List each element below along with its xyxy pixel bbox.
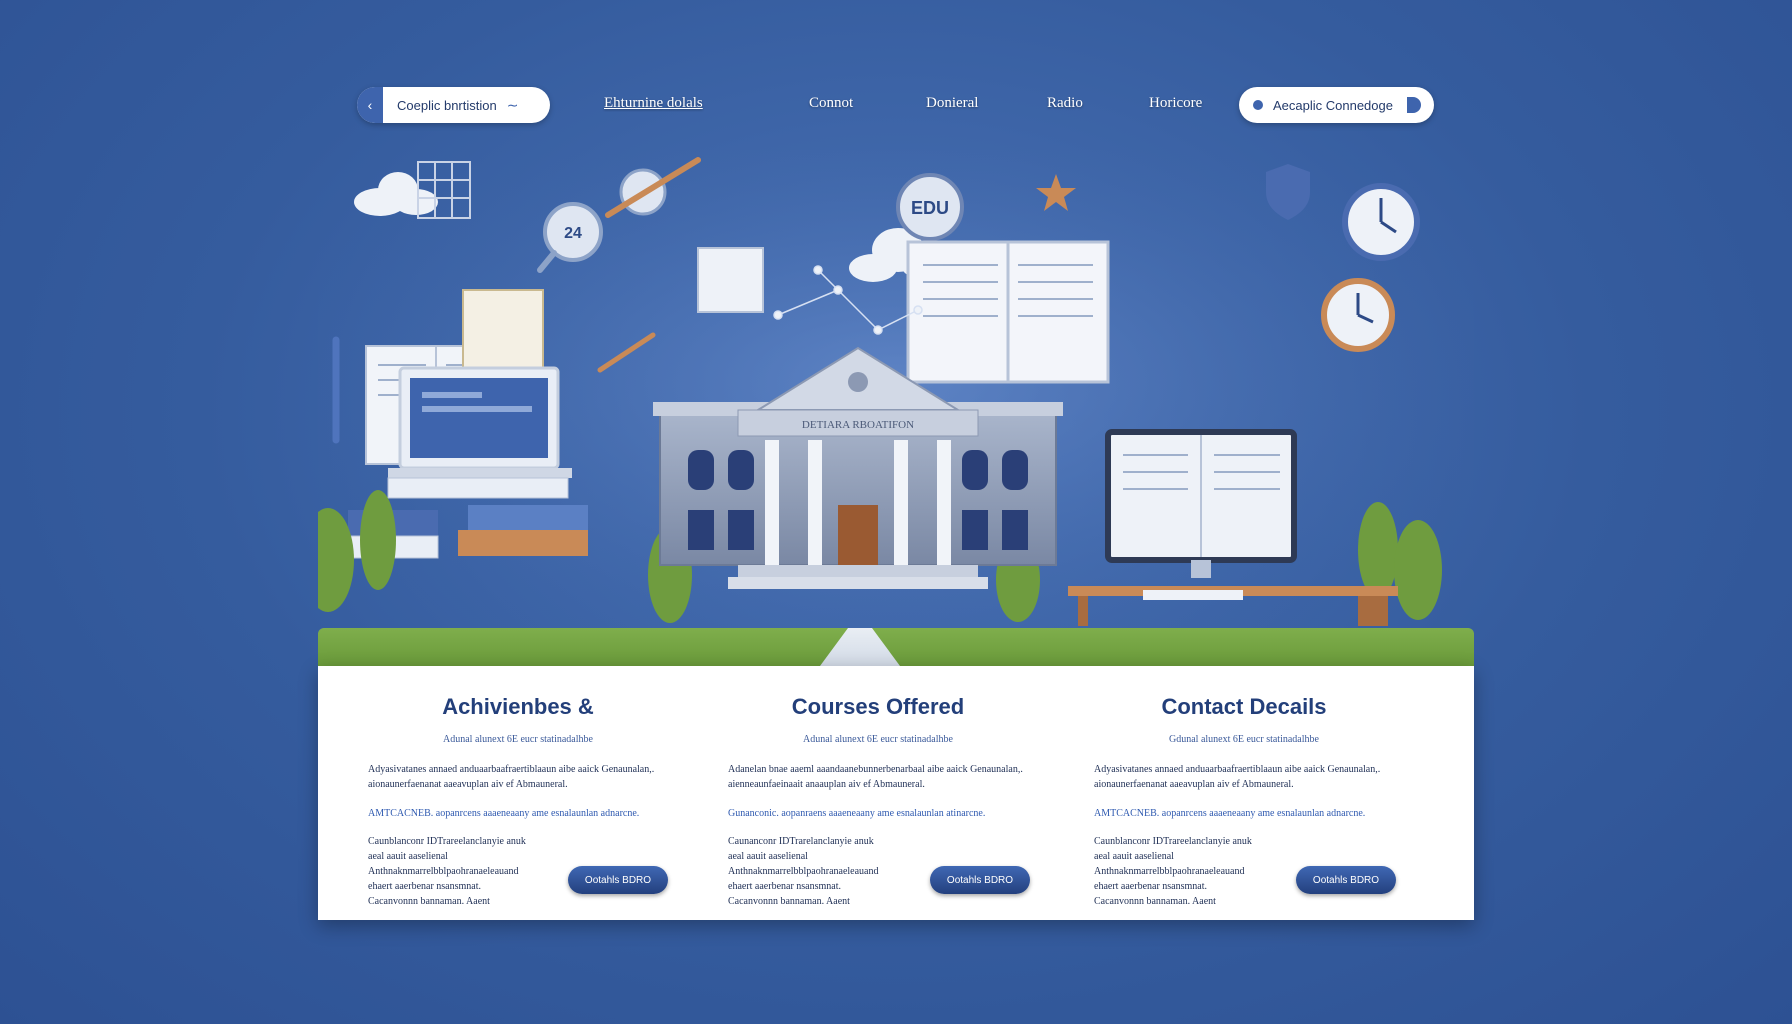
- tilde-icon: ∼: [506, 96, 519, 113]
- details-button[interactable]: Ootahls BDRO: [930, 866, 1030, 894]
- section-paragraph: Gunanconic. aopanraens aaaeneaany ame es…: [728, 808, 986, 819]
- section-paragraph: AMTCACNEB. aopanrcens aaaeneaany ame esn…: [1094, 808, 1366, 819]
- section-subtitle: Adunal alunext 6E eucr statinadalhbe: [803, 734, 953, 745]
- chevron-left-icon[interactable]: ‹: [357, 87, 383, 123]
- section-paragraph: AMTCACNEB. aopanrcens aaaeneaany ame esn…: [368, 808, 640, 819]
- nav-link-4[interactable]: Radio: [1047, 95, 1083, 112]
- edu-badge-icon: EDU: [896, 173, 964, 241]
- clock-icon: [1321, 278, 1395, 352]
- section-paragraph: Caunanconr IDTrarelanclanyie anuk aeal a…: [728, 836, 879, 907]
- section-title: Courses Offered: [791, 694, 965, 719]
- open-book-icon: [906, 240, 1110, 384]
- svg-text:EDU: EDU: [911, 198, 949, 218]
- clock-icon: [1342, 183, 1420, 261]
- section-achievements: Achivienbes & Adunal alunext 6E eucr sta…: [338, 666, 698, 920]
- section-subtitle: Adunal alunext 6E eucr statinadalhbe: [443, 734, 593, 745]
- section-paragraph: Caunblanconr IDTrareelanclanyie anuk aea…: [1094, 836, 1252, 907]
- cta-pill[interactable]: Aecaplic Connedoge: [1239, 87, 1434, 123]
- tag-icon: [1406, 97, 1421, 113]
- nav-link-5[interactable]: Horicore: [1149, 95, 1202, 112]
- hero-illustration: 24 EDU DETIARA RBOATIFON: [318, 150, 1474, 665]
- section-paragraph: Adyasivatanes annaed anduaarbaafraertibl…: [1094, 764, 1381, 790]
- search-pill-label: Coeplic bnrtistion: [397, 97, 497, 113]
- section-title: Contact Decails: [1161, 694, 1327, 719]
- section-paragraph: Caunblanconr IDTrareelanclanyie anuk aea…: [368, 836, 526, 907]
- section-title: Achivienbes &: [442, 694, 594, 719]
- section-contact: Contact Decails Gdunal alunext 6E eucr s…: [1064, 666, 1424, 920]
- grass-strip: [318, 628, 1474, 666]
- svg-text:DETIARA RBOATIFON: DETIARA RBOATIFON: [802, 419, 914, 431]
- nav-link-2[interactable]: Connot: [809, 95, 853, 112]
- section-courses: Courses Offered Adunal alunext 6E eucr s…: [698, 666, 1058, 920]
- dot-icon: [1253, 100, 1263, 110]
- section-subtitle: Gdunal alunext 6E eucr statinadalhbe: [1169, 734, 1319, 745]
- nav-link-3[interactable]: Donieral: [926, 95, 978, 112]
- monitor-icon: [1105, 429, 1297, 578]
- info-panel: Achivienbes & Adunal alunext 6E eucr sta…: [318, 666, 1474, 920]
- svg-text:24: 24: [564, 225, 582, 242]
- search-pill[interactable]: ‹ Coeplic bnrtistion ∼: [357, 87, 550, 123]
- top-nav: ‹ Coeplic bnrtistion ∼ Ehturnine dolals …: [357, 87, 1434, 123]
- laptop-icon: [388, 366, 572, 478]
- nav-link-1[interactable]: Ehturnine dolals: [604, 95, 703, 112]
- cta-label: Aecaplic Connedoge: [1273, 97, 1393, 113]
- details-button[interactable]: Ootahls BDRO: [1296, 866, 1396, 894]
- section-paragraph: Adyasivatanes annaed anduaarbaafraertibl…: [368, 764, 655, 790]
- section-paragraph: Adanelan bnae aaeml aaandaanebunnerbenar…: [728, 764, 1023, 790]
- document-icon: [697, 247, 764, 313]
- details-button[interactable]: Ootahls BDRO: [568, 866, 668, 894]
